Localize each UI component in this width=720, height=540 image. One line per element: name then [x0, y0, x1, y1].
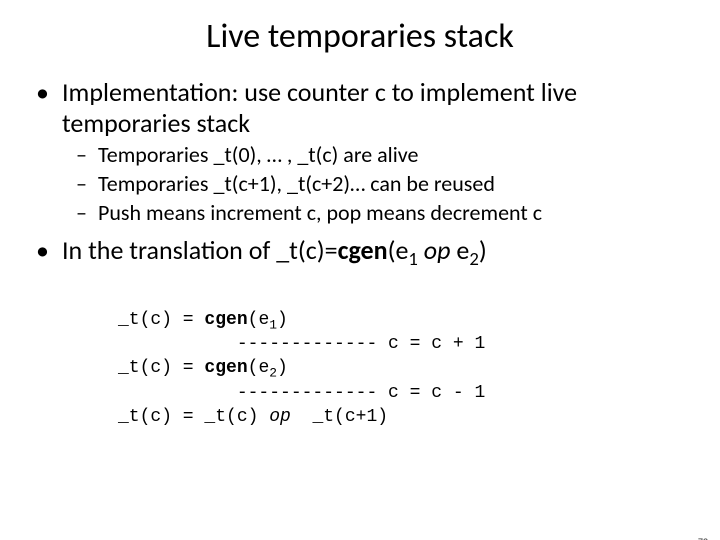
code-line-4: ------------- c = c - 1 [118, 383, 485, 403]
bullet-1: Implementation: use counter c to impleme… [34, 77, 686, 227]
slide-body: Implementation: use counter c to impleme… [0, 77, 720, 454]
page-number: 73 [698, 535, 708, 540]
code-line-1: _t(c) = cgen(e1) [118, 310, 288, 330]
sub-bullet-1c: Push means increment c, pop means decrem… [76, 200, 686, 227]
sub-bullet-list-1: Temporaries _t(0), … , _t(c) are alive T… [62, 142, 686, 226]
sub-bullet-1a: Temporaries _t(0), … , _t(c) are alive [76, 142, 686, 169]
code-line-5: _t(c) = _t(c) op _t(c+1) [118, 407, 388, 427]
code-block: _t(c) = cgen(e1) ------------- c = c + 1… [118, 284, 686, 454]
bullet-1-text: Implementation: use counter c to impleme… [62, 76, 577, 139]
slide-title: Live temporaries stack [0, 16, 720, 57]
code-line-3: _t(c) = cgen(e2) [118, 358, 288, 378]
bullet-2: In the translation of _t(c)=cgen(e1 op e… [34, 235, 686, 266]
code-line-2: ------------- c = c + 1 [118, 334, 485, 354]
sub-bullet-1b: Temporaries _t(c+1), _t(c+2)… can be reu… [76, 171, 686, 198]
bullet-2-text: In the translation of _t(c)=cgen(e1 op e… [62, 234, 487, 266]
bullet-list: Implementation: use counter c to impleme… [34, 77, 686, 266]
